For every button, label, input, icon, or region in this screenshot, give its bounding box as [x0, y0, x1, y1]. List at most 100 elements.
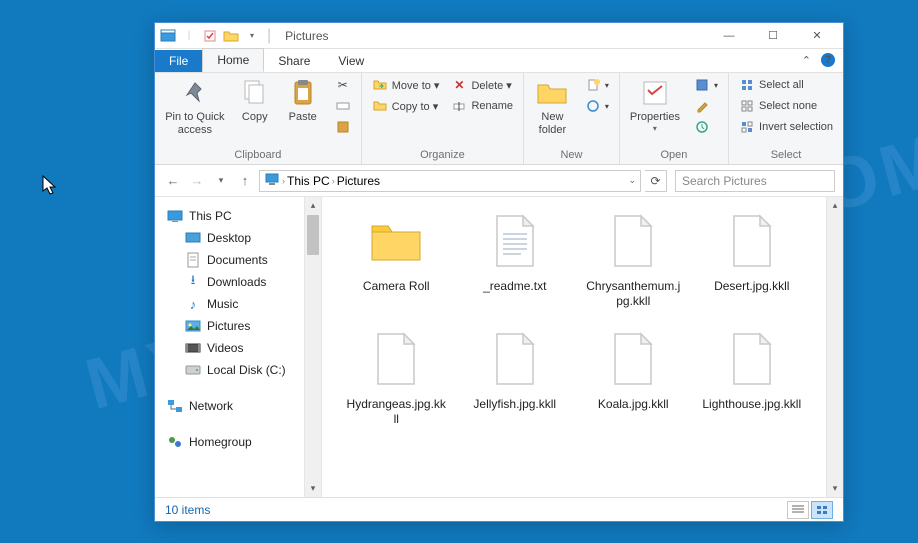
file-item[interactable]: Chrysanthemum.jpg.kkll [579, 209, 688, 309]
nav-music[interactable]: ♪Music [155, 293, 304, 315]
network-icon [167, 398, 183, 414]
status-bar: 10 items [155, 497, 843, 521]
icons-view-button[interactable] [811, 501, 833, 519]
cut-button[interactable]: ✂ [331, 75, 355, 95]
minimize-button[interactable]: — [707, 23, 751, 49]
breadcrumb-pictures[interactable]: Pictures [337, 174, 380, 188]
cut-icon: ✂ [335, 77, 351, 93]
open-button[interactable]: ▾ [690, 75, 722, 95]
file-name-label: Koala.jpg.kkll [598, 397, 669, 412]
tab-file[interactable]: File [155, 50, 202, 72]
nav-this-pc[interactable]: This PC [155, 205, 304, 227]
copy-button[interactable]: Copy [233, 75, 277, 126]
breadcrumb-thispc[interactable]: This PC [287, 174, 330, 188]
invert-selection-label: Invert selection [759, 121, 833, 133]
file-name-label: Lighthouse.jpg.kkll [702, 397, 801, 412]
tab-view[interactable]: View [324, 50, 378, 72]
help-icon[interactable]: ? [821, 53, 835, 67]
paste-button[interactable]: Paste [281, 75, 325, 126]
tab-share[interactable]: Share [264, 50, 324, 72]
disk-icon [185, 362, 201, 378]
search-input[interactable]: Search Pictures [675, 170, 835, 192]
forward-button[interactable]: → [187, 171, 207, 191]
nav-label: Local Disk (C:) [207, 363, 286, 377]
organize-group-label: Organize [368, 149, 517, 163]
file-item[interactable]: Lighthouse.jpg.kkll [698, 327, 807, 427]
nav-videos[interactable]: Videos [155, 337, 304, 359]
nav-local-disk[interactable]: Local Disk (C:) [155, 359, 304, 381]
nav-homegroup[interactable]: Homegroup [155, 431, 304, 453]
ribbon-group-new: New folder ▾ ▾ New [524, 73, 620, 164]
refresh-button[interactable]: ⟳ [645, 170, 667, 192]
history-button[interactable] [690, 117, 722, 137]
chevron-right-icon[interactable]: › [282, 176, 285, 186]
select-all-button[interactable]: Select all [735, 75, 837, 95]
close-button[interactable]: ✕ [795, 23, 839, 49]
move-to-button[interactable]: Move to ▾ [368, 75, 444, 95]
file-item[interactable]: Hydrangeas.jpg.kkll [342, 327, 451, 427]
chevron-right-icon[interactable]: › [332, 176, 335, 186]
details-view-button[interactable] [787, 501, 809, 519]
properties-qat-icon[interactable] [201, 27, 219, 45]
new-item-button[interactable]: ▾ [581, 75, 613, 95]
rename-icon [451, 98, 467, 114]
scroll-down-icon[interactable]: ▾ [305, 480, 321, 497]
invert-selection-button[interactable]: Invert selection [735, 117, 837, 137]
file-icon [601, 327, 665, 391]
properties-button[interactable]: Properties ▾ [626, 75, 684, 136]
file-item[interactable]: Jellyfish.jpg.kkll [461, 327, 570, 427]
music-icon: ♪ [185, 296, 201, 312]
nav-label: Downloads [207, 275, 266, 289]
new-folder-qat-icon[interactable] [222, 27, 240, 45]
new-folder-label: New folder [534, 111, 571, 137]
tab-home[interactable]: Home [202, 48, 264, 72]
scroll-thumb[interactable] [307, 215, 319, 255]
file-name-label: Hydrangeas.jpg.kkll [346, 397, 446, 427]
collapse-ribbon-icon[interactable]: ⌃ [802, 54, 811, 67]
edit-button[interactable] [690, 96, 722, 116]
pin-to-quick-access-button[interactable]: Pin to Quick access [161, 75, 229, 139]
pin-icon [179, 77, 211, 109]
nav-downloads[interactable]: ⭳ Downloads [155, 271, 304, 293]
maximize-button[interactable]: ☐ [751, 23, 795, 49]
nav-pictures[interactable]: Pictures [155, 315, 304, 337]
copy-to-button[interactable]: Copy to ▾ [368, 96, 444, 116]
folder-icon [364, 209, 428, 273]
paste-shortcut-button[interactable] [331, 117, 355, 137]
recent-dropdown[interactable]: ▾ [211, 171, 231, 191]
file-item[interactable]: Koala.jpg.kkll [579, 327, 688, 427]
nav-desktop[interactable]: Desktop [155, 227, 304, 249]
file-item[interactable]: Camera Roll [342, 209, 451, 309]
explorer-body: This PC Desktop Documents ⭳ Downloads ♪Mu… [155, 197, 843, 497]
select-all-label: Select all [759, 79, 804, 91]
select-none-button[interactable]: Select none [735, 96, 837, 116]
up-button[interactable]: ↑ [235, 171, 255, 191]
rename-button[interactable]: Rename [447, 96, 517, 116]
scroll-up-icon[interactable]: ▴ [827, 197, 843, 214]
downloads-icon: ⭳ [185, 274, 201, 290]
scroll-up-icon[interactable]: ▴ [305, 197, 321, 214]
breadcrumb-dropdown-icon[interactable]: ⌄ [628, 175, 636, 186]
invert-selection-icon [739, 119, 755, 135]
nav-label: Network [189, 399, 233, 413]
copy-icon [239, 77, 271, 109]
properties-icon [639, 77, 671, 109]
edit-icon [694, 98, 710, 114]
nav-label: Videos [207, 341, 243, 355]
nav-network[interactable]: Network [155, 395, 304, 417]
nav-documents[interactable]: Documents [155, 249, 304, 271]
easy-access-button[interactable]: ▾ [581, 96, 613, 116]
breadcrumb[interactable]: › This PC › Pictures ⌄ [259, 170, 641, 192]
content-scrollbar[interactable]: ▴ ▾ [826, 197, 843, 497]
nav-scrollbar[interactable]: ▴ ▾ [305, 197, 322, 497]
qat-dropdown-icon[interactable]: ▾ [243, 27, 261, 45]
delete-button[interactable]: ✕Delete ▾ [447, 75, 517, 95]
new-folder-button[interactable]: New folder [530, 75, 575, 139]
scroll-down-icon[interactable]: ▾ [827, 480, 843, 497]
copy-path-button[interactable] [331, 96, 355, 116]
file-item[interactable]: Desert.jpg.kkll [698, 209, 807, 309]
file-item[interactable]: _readme.txt [461, 209, 570, 309]
back-button[interactable]: ← [163, 171, 183, 191]
file-list[interactable]: Camera Roll_readme.txtChrysanthemum.jpg.… [322, 197, 826, 497]
open-group-label: Open [626, 149, 722, 163]
